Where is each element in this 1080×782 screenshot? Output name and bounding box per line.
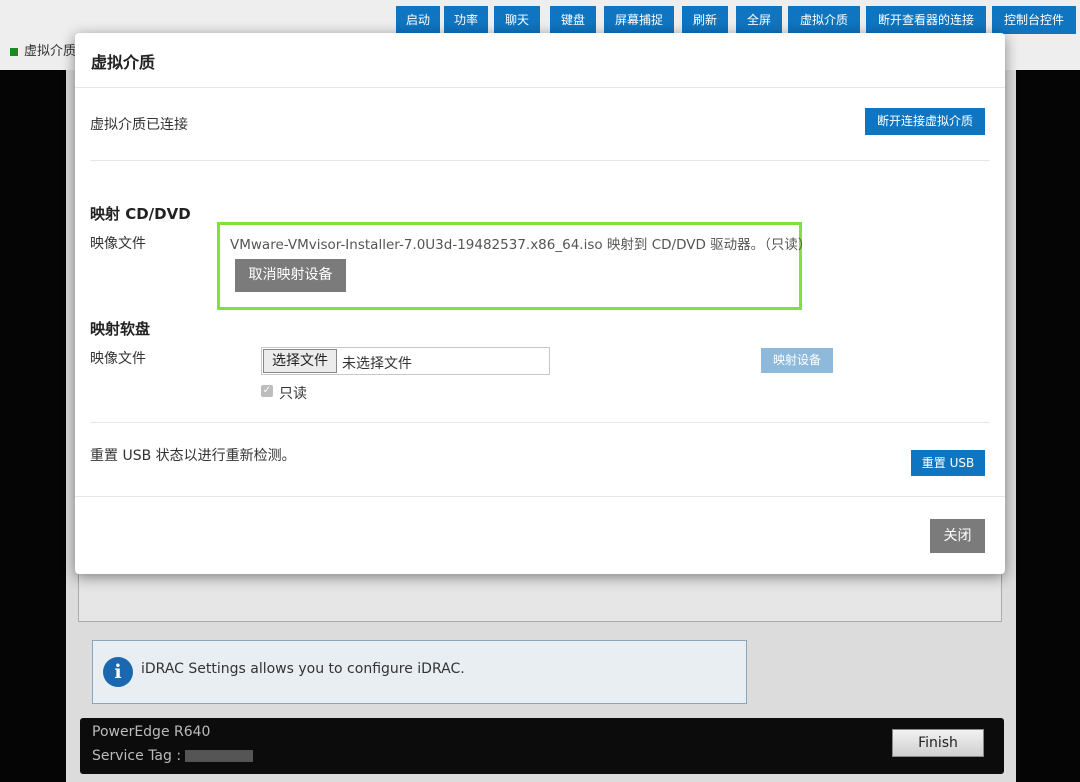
connected-status: 虚拟介质已连接 <box>90 117 188 133</box>
disconnect-virtual-media-button[interactable]: 断开连接虚拟介质 <box>865 108 985 135</box>
floppy-image-file-label: 映像文件 <box>90 351 146 367</box>
floppy-file-input[interactable]: 选择文件 未选择文件 <box>261 347 550 375</box>
virtual-media-status: 虚拟介质 <box>10 40 76 59</box>
info-box: i iDRAC Settings allows you to configure… <box>92 640 747 704</box>
info-icon: i <box>103 657 133 687</box>
toolbar-power-button[interactable]: 功率 <box>444 6 488 34</box>
divider <box>75 87 1005 88</box>
no-file-chosen-text: 未选择文件 <box>342 356 412 372</box>
finish-button[interactable]: Finish <box>892 729 984 757</box>
toolbar-refresh-button[interactable]: 刷新 <box>682 6 728 34</box>
map-device-button[interactable]: 映射设备 <box>761 348 833 373</box>
toolbar-console-controls-button[interactable]: 控制台控件 <box>992 6 1076 34</box>
toolbar-virtual-media-button[interactable]: 虚拟介质 <box>788 6 860 34</box>
console-right-margin <box>1016 70 1080 782</box>
unmap-device-button[interactable]: 取消映射设备 <box>235 259 346 292</box>
service-tag: Service Tag : <box>92 748 254 764</box>
reset-usb-button[interactable]: 重置 USB <box>911 450 985 476</box>
choose-file-button[interactable]: 选择文件 <box>263 349 337 373</box>
console-left-margin <box>0 70 66 782</box>
toolbar-chat-button[interactable]: 聊天 <box>494 6 540 34</box>
close-button[interactable]: 关闭 <box>930 519 985 553</box>
divider <box>90 422 990 423</box>
reset-usb-text: 重置 USB 状态以进行重新检测。 <box>90 448 296 464</box>
virtual-media-dialog: 虚拟介质 虚拟介质已连接 断开连接虚拟介质 映射 CD/DVD 映像文件 VMw… <box>75 33 1005 574</box>
readonly-label: 只读 <box>279 386 307 402</box>
cd-mapped-status: VMware-VMvisor-Installer-7.0U3d-19482537… <box>230 237 812 253</box>
cd-image-file-label: 映像文件 <box>90 236 146 252</box>
footer-bar: PowerEdge R640 Service Tag : Finish <box>80 718 1004 774</box>
info-text: iDRAC Settings allows you to configure i… <box>141 661 465 677</box>
toolbar-disconnect-viewer-button[interactable]: 断开查看器的连接 <box>866 6 986 34</box>
map-cd-dvd-heading: 映射 CD/DVD <box>90 205 191 223</box>
toolbar-fullscreen-button[interactable]: 全屏 <box>736 6 782 34</box>
toolbar-boot-button[interactable]: 启动 <box>396 6 440 34</box>
toolbar-keyboard-button[interactable]: 键盘 <box>550 6 596 34</box>
status-square-icon <box>10 47 18 56</box>
divider <box>75 496 1005 497</box>
dialog-title: 虚拟介质 <box>91 53 156 72</box>
server-model: PowerEdge R640 <box>92 724 211 740</box>
readonly-checkbox[interactable]: ✓ <box>261 385 273 397</box>
map-floppy-heading: 映射软盘 <box>90 320 151 338</box>
toolbar-screen-capture-button[interactable]: 屏幕捕捉 <box>604 6 674 34</box>
service-tag-redacted <box>185 750 254 762</box>
divider <box>90 160 990 161</box>
